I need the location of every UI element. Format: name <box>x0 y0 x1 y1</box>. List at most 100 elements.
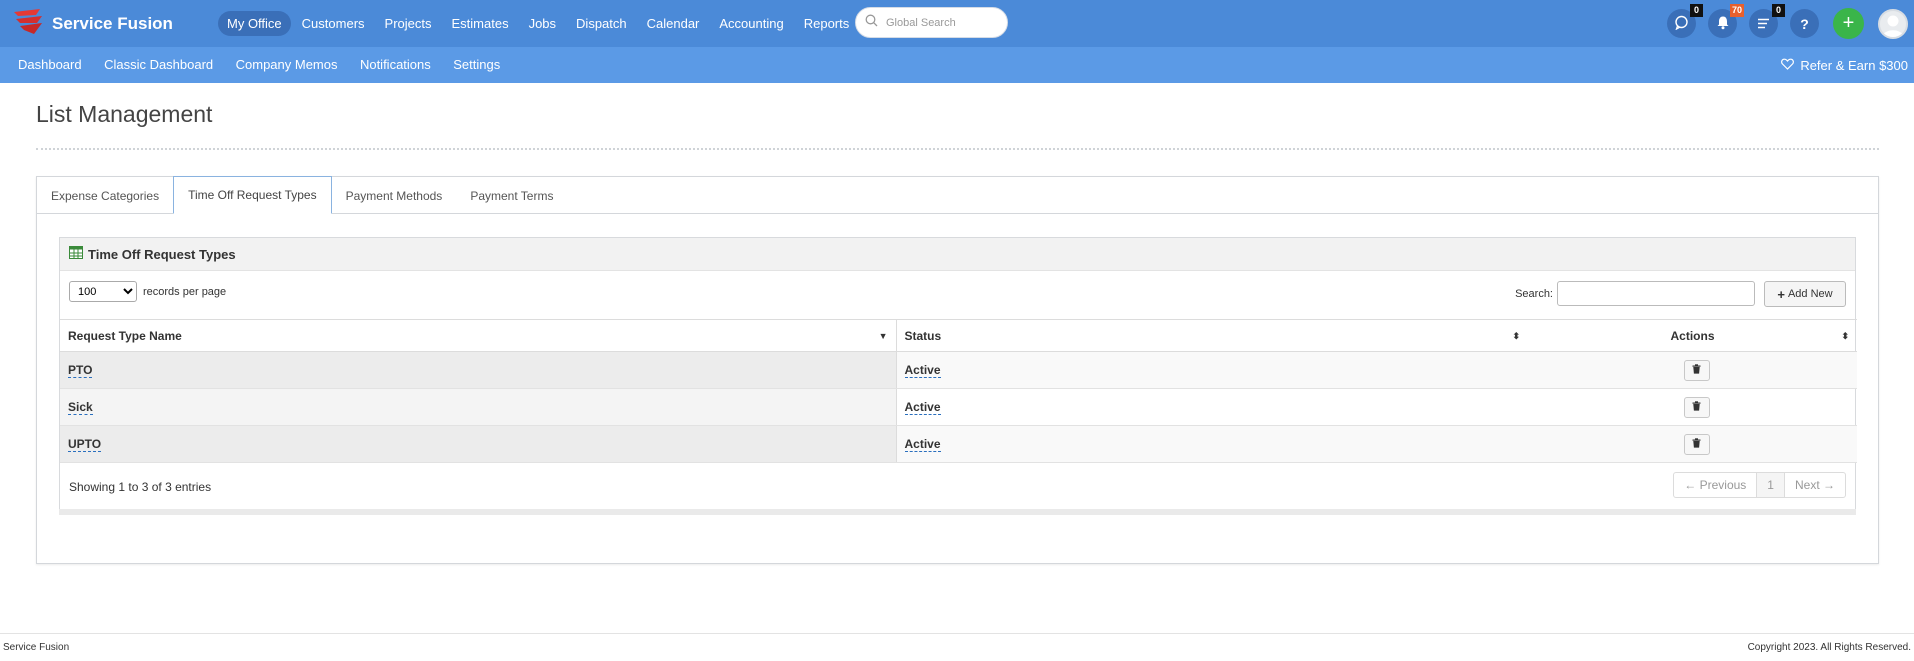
nav-reports[interactable]: Reports <box>795 11 859 36</box>
column-header-actions[interactable]: Actions ⬍ <box>1528 319 1857 352</box>
table-icon <box>69 246 88 262</box>
status-link[interactable]: Active <box>904 437 941 452</box>
footer-copyright: Copyright 2023. All Rights Reserved. <box>1747 642 1911 653</box>
help-button[interactable]: ? <box>1790 9 1819 38</box>
footer-brand: Service Fusion <box>3 642 70 653</box>
brand-name: Service Fusion <box>52 13 173 33</box>
pagination-page-1[interactable]: 1 <box>1756 473 1784 497</box>
sort-both-icon: ⬍ <box>1512 331 1520 341</box>
table-search-input[interactable] <box>1557 281 1755 306</box>
page-title: List Management <box>36 101 213 127</box>
time-off-types-widget: Time Off Request Types 100 records per p… <box>59 237 1857 513</box>
chat-count-badge: 0 <box>1690 4 1703 17</box>
table-search-label: Search: <box>1515 287 1553 300</box>
nav-calendar[interactable]: Calendar <box>638 11 709 36</box>
records-per-page-select[interactable]: 100 <box>69 281 137 302</box>
tab-bar: Expense Categories Time Off Request Type… <box>37 176 1878 214</box>
table-row: PTO Active <box>60 351 1857 389</box>
column-header-request-type-name[interactable]: Request Type Name ▼ <box>60 319 896 352</box>
cell-actions <box>1528 425 1857 463</box>
status-link[interactable]: Active <box>904 363 941 378</box>
delete-button[interactable] <box>1683 359 1710 381</box>
nav-customers[interactable]: Customers <box>293 11 374 36</box>
chat-icon <box>1674 15 1689 33</box>
title-divider <box>36 148 1879 150</box>
add-button[interactable]: + <box>1833 8 1864 39</box>
list-management-card: Expense Categories Time Off Request Type… <box>36 176 1879 564</box>
tab-expense-categories[interactable]: Expense Categories <box>37 177 173 214</box>
widget-bottom-shadow <box>59 509 1856 515</box>
column-header-label: Actions <box>1670 328 1715 343</box>
refer-earn-link[interactable]: Refer & Earn $300 <box>1781 47 1908 83</box>
global-search[interactable] <box>855 7 1008 38</box>
sort-desc-icon: ▼ <box>878 331 888 341</box>
search-icon <box>865 14 878 32</box>
subnav-dashboard[interactable]: Dashboard <box>18 57 82 72</box>
sub-navbar: Dashboard Classic Dashboard Company Memo… <box>0 47 1914 83</box>
list-icon <box>1757 16 1770 32</box>
cell-status: Active <box>895 425 1528 463</box>
bell-icon <box>1716 15 1730 33</box>
user-avatar-icon <box>1880 15 1906 37</box>
request-type-name-link[interactable]: UPTO <box>68 437 102 452</box>
trash-icon <box>1692 363 1701 377</box>
table-controls: 100 records per page Search: + Add New <box>60 271 1855 319</box>
subnav-company-memos[interactable]: Company Memos <box>236 57 338 72</box>
subnav-classic-dashboard[interactable]: Classic Dashboard <box>104 57 213 72</box>
cell-name: Sick <box>60 388 896 426</box>
help-icon: ? <box>1800 15 1809 32</box>
nav-dispatch[interactable]: Dispatch <box>567 11 636 36</box>
cell-status: Active <box>895 388 1528 426</box>
service-fusion-logo-icon <box>12 6 46 41</box>
tab-payment-terms[interactable]: Payment Terms <box>456 177 567 214</box>
cell-name: PTO <box>60 351 896 389</box>
column-header-label: Request Type Name <box>68 328 182 343</box>
column-header-label: Status <box>904 328 942 343</box>
widget-header: Time Off Request Types <box>60 238 1855 271</box>
tasks-button[interactable]: 0 <box>1749 4 1785 38</box>
notifications-button[interactable]: 70 <box>1708 4 1744 38</box>
subnav-notifications[interactable]: Notifications <box>360 57 431 72</box>
column-header-status[interactable]: Status ⬍ <box>895 319 1528 352</box>
top-navbar: Service Fusion My Office Customers Proje… <box>0 0 1914 47</box>
cell-actions <box>1528 388 1857 426</box>
chat-button[interactable]: 0 <box>1667 4 1703 38</box>
request-type-name-link[interactable]: Sick <box>68 400 93 415</box>
trash-icon <box>1692 400 1701 414</box>
request-type-name-link[interactable]: PTO <box>68 363 93 378</box>
tab-payment-methods[interactable]: Payment Methods <box>332 177 457 214</box>
heart-icon <box>1781 58 1800 73</box>
user-avatar[interactable] <box>1878 8 1908 39</box>
page-footer: Service Fusion Copyright 2023. All Right… <box>0 633 1914 661</box>
table-row: Sick Active <box>60 388 1857 426</box>
nav-projects[interactable]: Projects <box>376 11 441 36</box>
brand-logo[interactable]: Service Fusion <box>12 6 218 41</box>
pagination: ← Previous 1 Next → <box>1673 472 1846 498</box>
header-actions: 0 70 0 ? + <box>1655 0 1914 47</box>
nav-estimates[interactable]: Estimates <box>443 11 518 36</box>
delete-button[interactable] <box>1683 433 1710 455</box>
widget-title: Time Off Request Types <box>88 246 236 262</box>
delete-button[interactable] <box>1683 396 1710 418</box>
pagination-previous[interactable]: ← Previous <box>1674 473 1756 497</box>
nav-jobs[interactable]: Jobs <box>520 11 565 36</box>
pagination-next[interactable]: Next → <box>1783 473 1845 497</box>
tab-time-off-request-types[interactable]: Time Off Request Types <box>173 176 332 214</box>
nav-my-office[interactable]: My Office <box>218 11 291 36</box>
sub-nav: Dashboard Classic Dashboard Company Memo… <box>0 56 500 74</box>
add-new-label: Add New <box>1787 288 1833 300</box>
notifications-count-badge: 70 <box>1729 4 1744 17</box>
cell-actions <box>1528 351 1857 389</box>
plus-icon: + <box>1842 12 1855 34</box>
global-search-input[interactable] <box>886 16 996 29</box>
records-per-page: 100 records per page <box>69 281 226 302</box>
records-per-page-label: records per page <box>143 285 227 298</box>
main-nav: My Office Customers Projects Estimates J… <box>218 11 860 36</box>
add-new-button[interactable]: + Add New <box>1764 281 1846 307</box>
table-header-row: Request Type Name ▼ Status ⬍ Actions ⬍ <box>60 319 1857 352</box>
subnav-settings[interactable]: Settings <box>453 57 500 72</box>
cell-status: Active <box>895 351 1528 389</box>
status-link[interactable]: Active <box>904 400 941 415</box>
refer-earn-label: Refer & Earn $300 <box>1800 57 1908 73</box>
nav-accounting[interactable]: Accounting <box>710 11 792 36</box>
